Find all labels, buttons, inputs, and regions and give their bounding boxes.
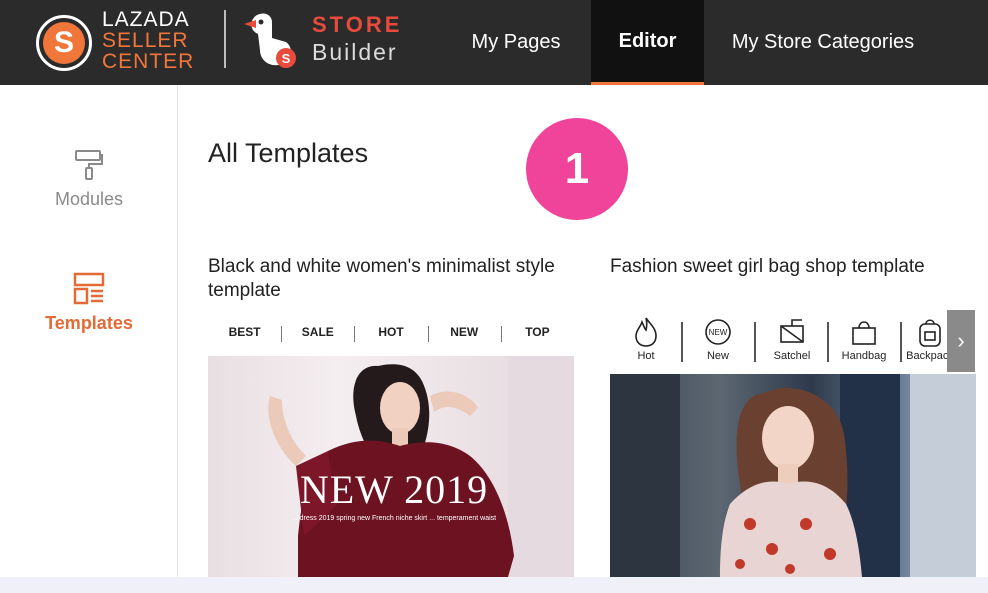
template-title[interactable]: Black and white women's minimalist style…	[208, 255, 578, 303]
template-title[interactable]: Fashion sweet girl bag shop template	[610, 255, 980, 279]
satchel-icon	[780, 319, 804, 343]
template-preview-tab: SALE	[281, 325, 354, 342]
template-category-label: Handbag	[841, 350, 887, 362]
category-separator	[681, 322, 683, 362]
lazada-logo-line1: LAZADA	[102, 8, 190, 31]
paint-roller-icon	[75, 150, 103, 180]
template-category-label: Satchel	[773, 350, 811, 362]
template-banner-subtext: ... dress 2019 spring new French niche s…	[291, 515, 497, 522]
lazada-logo-text: LAZADA SELLER CENTER	[102, 9, 194, 72]
template-category-label: Hot	[637, 350, 655, 362]
flame-icon	[635, 317, 657, 347]
sidebar-item-templates[interactable]: Templates	[0, 271, 178, 334]
template-category-label: New	[706, 350, 729, 362]
sidebar-item-label: Modules	[54, 189, 124, 209]
model-photo-illustration	[610, 374, 976, 577]
bottom-strip	[0, 577, 988, 593]
template-category-hot: Hot	[614, 312, 678, 362]
template-preview-tab: BEST	[228, 325, 261, 339]
svg-text:NEW: NEW	[709, 328, 728, 337]
lazada-seller-center-logo[interactable]: S LAZADA SELLER CENTER	[36, 9, 211, 72]
lazada-logo-line3: CENTER	[102, 50, 195, 73]
store-builder-bird-icon: S	[244, 13, 296, 68]
store-builder-line1: STORE	[312, 12, 403, 37]
editor-sidebar: Modules Templates	[0, 85, 178, 577]
brand-divider	[224, 10, 226, 68]
backpack-icon	[919, 319, 941, 347]
lazada-logo-line2: SELLER	[102, 29, 189, 52]
category-separator	[900, 322, 902, 362]
template-category-satchel: Satchel	[760, 312, 824, 362]
carousel-next-arrow[interactable]: ›	[947, 310, 975, 372]
page-title: All Templates	[208, 138, 369, 168]
template-preview-image[interactable]	[610, 374, 976, 577]
svg-text:S: S	[282, 51, 291, 66]
handbag-icon	[852, 321, 876, 345]
new-badge-icon: NEW	[705, 319, 731, 345]
template-preview-tab: NEW	[427, 325, 501, 342]
category-separator	[754, 322, 756, 362]
nav-editor[interactable]: Editor	[591, 0, 704, 85]
template-preview-tab: TOP	[500, 325, 574, 342]
template-banner-text: NEW 2019	[299, 467, 489, 512]
lazada-logo-letter: S	[43, 22, 85, 64]
step-number-badge: 1	[526, 118, 628, 220]
category-separator	[827, 322, 829, 362]
sidebar-item-modules[interactable]: Modules	[0, 147, 178, 210]
nav-my-store-categories[interactable]: My Store Categories	[712, 0, 934, 85]
template-category-new: NEW New	[686, 312, 750, 362]
nav-my-pages[interactable]: My Pages	[448, 0, 584, 85]
top-navigation-bar: S LAZADA SELLER CENTER S STORE Builder M…	[0, 0, 988, 85]
template-preview-tab: HOT	[354, 325, 427, 342]
template-category-handbag: Handbag	[832, 312, 896, 362]
template-preview-nav: BEST SALE HOT NEW TOP	[208, 318, 574, 346]
template-preview-categories: Hot NEW New Satchel Handbag Backpack	[610, 312, 954, 370]
templates-layout-icon	[73, 272, 105, 305]
sidebar-item-label: Templates	[45, 313, 133, 333]
lazada-logo-mark: S	[36, 15, 92, 71]
store-builder-logo[interactable]: S STORE Builder	[242, 8, 422, 70]
store-builder-line2: Builder	[312, 39, 398, 65]
